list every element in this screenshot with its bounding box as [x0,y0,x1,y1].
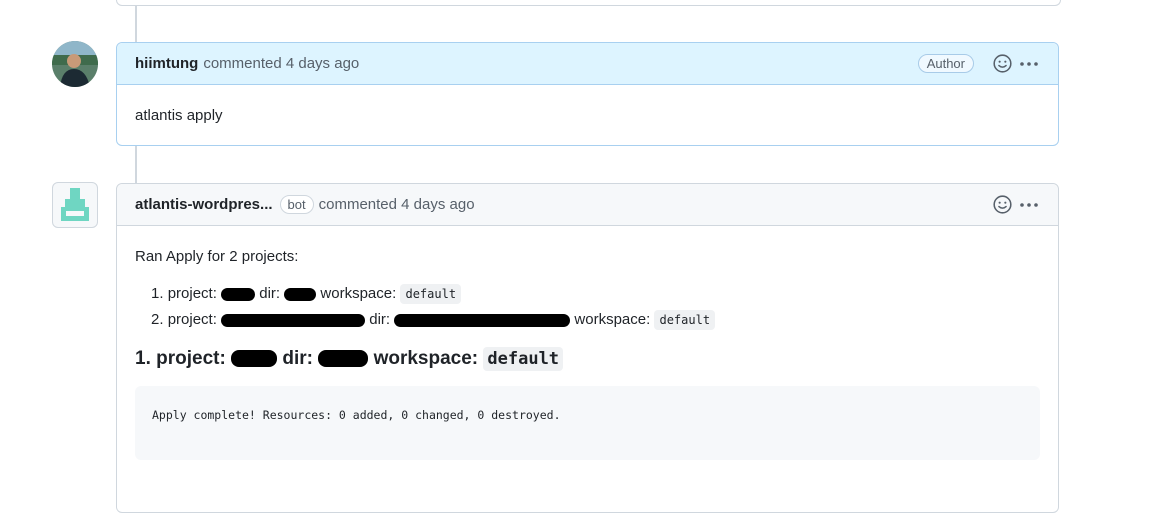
kebab-horizontal-icon[interactable] [1018,53,1040,75]
project-label: project: [167,311,217,328]
comment-timestamp[interactable]: commented 4 days ago [319,196,475,213]
timeline-line [135,5,137,43]
workspace-label: workspace: [320,285,397,302]
dir-label: dir: [369,311,391,328]
author-link[interactable]: hiimtung [135,55,198,72]
dir-label: dir: [259,285,281,302]
project-heading: 1. project: dir: workspace: default [135,347,1040,371]
dir-label: dir: [282,348,313,369]
apply-output: Apply complete! Resources: 0 added, 0 ch… [135,386,1040,460]
timeline-line [135,146,137,184]
workspace-label: workspace: [373,348,479,369]
project-label: project: [156,348,226,369]
smiley-icon[interactable] [991,53,1013,75]
list-number: 1. [151,285,164,302]
apply-intro: Ran Apply for 2 projects: [135,248,299,265]
redacted-project [231,350,278,368]
comment-header: hiimtung commented 4 days ago Author [117,43,1058,85]
project-list: 1. project: dir: workspace: default 2. p… [135,284,1040,330]
redacted-dir [394,313,571,327]
workspace-value: default [654,310,716,330]
redacted-project [221,313,366,327]
comment-body: atlantis apply [135,107,223,124]
comment-body: Ran Apply for 2 projects: 1. project: di… [117,226,1058,460]
workspace-value: default [400,284,462,304]
redacted-project [221,287,256,301]
list-item: 2. project: dir: workspace: default [151,310,1040,330]
bot-avatar[interactable] [52,182,98,228]
user-avatar[interactable] [52,41,98,87]
workspace-value: default [483,347,564,371]
comment-atlantis-bot: atlantis-wordpres... bot commented 4 day… [116,183,1059,513]
kebab-horizontal-icon[interactable] [1018,194,1040,216]
list-item: 1. project: dir: workspace: default [151,284,1040,304]
redacted-dir [284,287,317,301]
redacted-dir [318,350,369,368]
list-number: 2. [151,311,164,328]
bot-badge: bot [279,195,314,214]
author-badge: Author [917,54,974,73]
comment-timestamp[interactable]: commented 4 days ago [203,55,359,72]
heading-number: 1. [135,348,151,369]
workspace-label: workspace: [574,311,651,328]
comment-header: atlantis-wordpres... bot commented 4 day… [117,184,1058,226]
project-label: project: [167,285,217,302]
comment-hiimtung: hiimtung commented 4 days ago Author atl… [116,42,1059,146]
previous-comment-bottom [116,0,1061,6]
smiley-icon[interactable] [991,194,1013,216]
author-link[interactable]: atlantis-wordpres... [135,196,273,213]
